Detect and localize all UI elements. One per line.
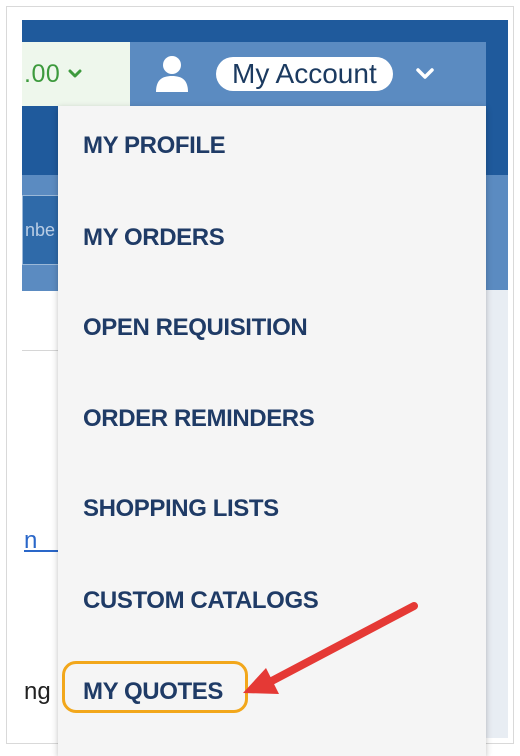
annotation-arrow-icon — [243, 602, 418, 694]
